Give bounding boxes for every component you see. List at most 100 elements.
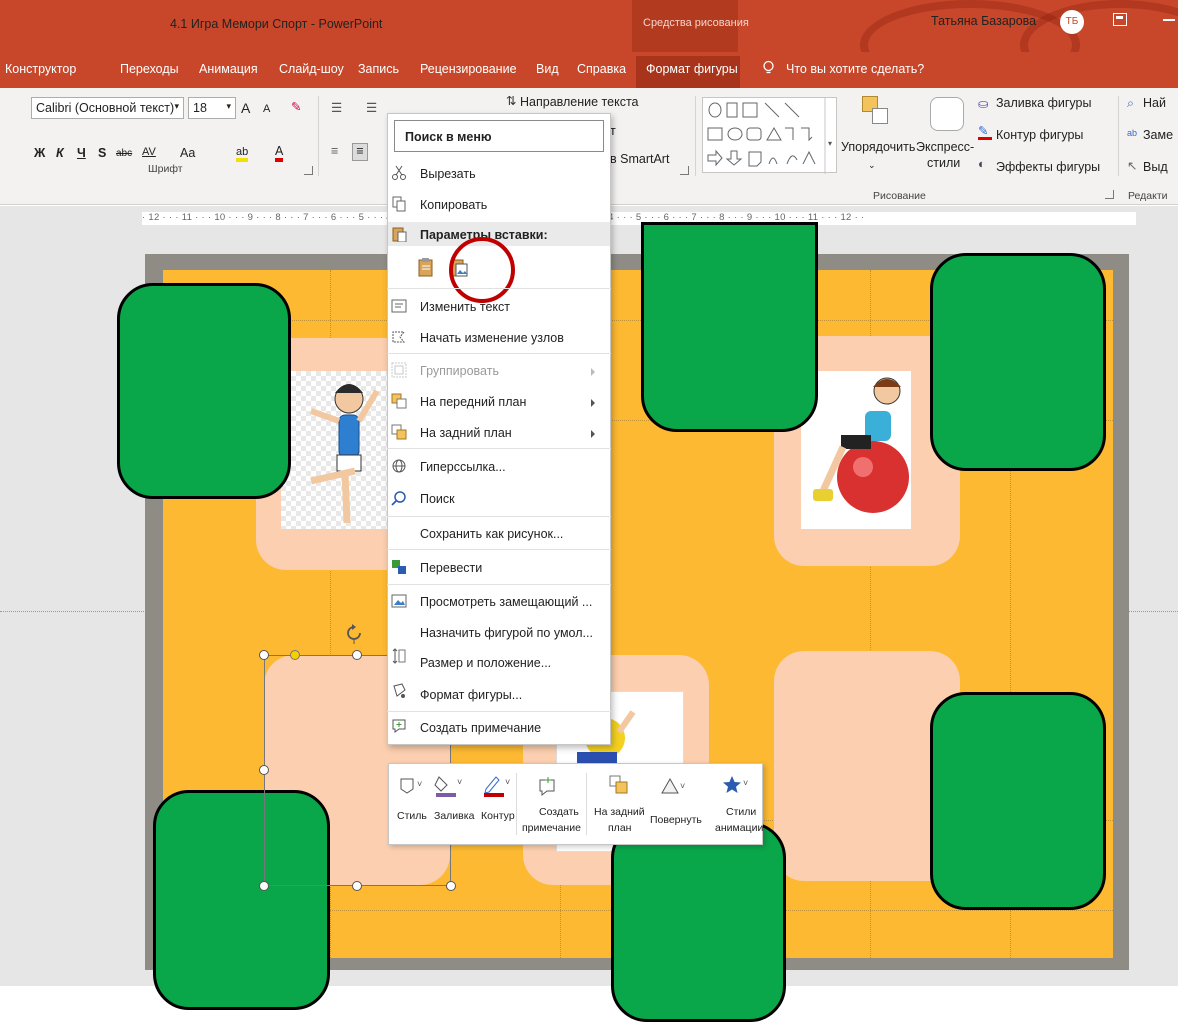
font-name-dropdown[interactable]: Calibri (Основной текст) ▾	[31, 97, 184, 119]
tab-transitions[interactable]: Переходы	[120, 62, 179, 76]
adjust-handle[interactable]	[290, 650, 300, 660]
mini-animation-styles-label[interactable]: Стили	[726, 806, 756, 819]
mini-outline-label[interactable]: Контур	[481, 810, 515, 823]
convert-smartart-button[interactable]: в SmartArt	[610, 152, 669, 166]
tab-record[interactable]: Запись	[358, 62, 399, 76]
change-case-button[interactable]: Aa	[180, 146, 195, 160]
paste-keep-source-icon[interactable]	[418, 257, 434, 280]
tab-design[interactable]: Конструктор	[5, 62, 76, 76]
edit-points-icon	[391, 329, 407, 345]
tell-me-search[interactable]: Что вы хотите сделать?	[786, 62, 924, 76]
resize-handle[interactable]	[352, 650, 362, 660]
resize-handle[interactable]	[446, 881, 456, 891]
align-left-icon[interactable]: ≡	[331, 144, 338, 158]
send-backward-icon[interactable]	[609, 775, 629, 798]
menu-view-alt-text[interactable]: Просмотреть замещающий ...	[420, 595, 592, 609]
rotate-handle-icon[interactable]	[345, 624, 363, 644]
user-name[interactable]: Татьяна Базарова	[931, 14, 1036, 28]
bullets-icon[interactable]: ☰	[331, 100, 342, 115]
strikethrough-button[interactable]: abc	[116, 148, 132, 159]
resize-handle[interactable]	[259, 881, 269, 891]
tab-view[interactable]: Вид	[536, 62, 559, 76]
menu-save-as-picture[interactable]: Сохранить как рисунок...	[420, 527, 563, 541]
menu-cut[interactable]: Вырезать	[420, 167, 476, 181]
arrange-icon	[862, 96, 890, 126]
tab-help[interactable]: Справка	[577, 62, 626, 76]
menu-format-shape[interactable]: Формат фигуры...	[420, 688, 522, 702]
group-icon	[391, 362, 407, 378]
shapes-gallery[interactable]: ▾	[702, 97, 837, 174]
gymnast-boy-picture[interactable]	[281, 371, 391, 529]
menu-send-to-back[interactable]: На задний план	[420, 426, 512, 440]
minimize-icon[interactable]	[1163, 19, 1175, 21]
memory-card[interactable]	[930, 692, 1106, 910]
annotation-circle	[449, 237, 515, 303]
numbering-icon[interactable]: ☰	[366, 100, 377, 115]
quick-styles-button[interactable]: Экспресс-	[916, 140, 974, 154]
mini-new-comment-label-2[interactable]: примечание	[522, 822, 581, 835]
avatar[interactable]: ТБ	[1060, 10, 1084, 34]
shape-effects-button[interactable]: Эффекты фигуры	[996, 160, 1100, 174]
pen-icon[interactable]: ˅	[482, 773, 512, 802]
mini-rotate-label[interactable]: Повернуть	[650, 814, 702, 827]
font-color-button[interactable]: A	[275, 144, 284, 162]
menu-edit-text[interactable]: Изменить текст	[420, 300, 510, 314]
menu-set-default-shape[interactable]: Назначить фигурой по умол...	[420, 626, 593, 640]
mini-send-back-label-2[interactable]: план	[608, 822, 631, 835]
memory-card[interactable]	[117, 283, 291, 499]
ribbon-display-options-icon[interactable]	[1113, 13, 1127, 26]
new-comment-icon[interactable]	[538, 776, 558, 801]
resize-handle[interactable]	[352, 881, 362, 891]
tab-animations[interactable]: Анимация	[199, 62, 258, 76]
clear-formatting-icon[interactable]: ✎	[291, 99, 301, 114]
menu-bring-to-front[interactable]: На передний план	[420, 395, 526, 409]
italic-button[interactable]: К	[56, 146, 64, 160]
underline-button[interactable]: Ч	[77, 146, 86, 160]
menu-search[interactable]: Поиск	[420, 492, 455, 506]
align-center-icon[interactable]: ≡	[352, 143, 368, 161]
menu-new-comment[interactable]: Создать примечание	[420, 721, 541, 735]
resize-handle[interactable]	[259, 765, 269, 775]
tab-slideshow[interactable]: Слайд-шоу	[279, 62, 344, 76]
menu-translate[interactable]: Перевести	[420, 561, 482, 575]
menu-size-position[interactable]: Размер и положение...	[420, 656, 551, 670]
paint-bucket-icon[interactable]: ˅	[434, 773, 464, 802]
mini-style-label[interactable]: Стиль	[397, 810, 427, 823]
tab-review[interactable]: Рецензирование	[420, 62, 517, 76]
shape-fill-button[interactable]: Заливка фигуры	[996, 96, 1091, 110]
copy-icon	[391, 196, 407, 212]
text-direction-icon[interactable]: ⇅	[506, 93, 516, 108]
mini-animation-styles-label-2[interactable]: анимации	[715, 822, 763, 835]
resize-handle[interactable]	[259, 650, 269, 660]
select-button[interactable]: Выд	[1143, 160, 1168, 174]
font-dialog-launcher-icon[interactable]	[304, 166, 313, 175]
shadow-button[interactable]: S	[98, 146, 106, 160]
style-icon[interactable]: ˅	[398, 775, 426, 800]
tab-format-shape[interactable]: Формат фигуры	[646, 62, 738, 76]
find-button[interactable]: Най	[1143, 96, 1166, 110]
mini-send-back-label[interactable]: На задний	[594, 806, 645, 819]
memory-card[interactable]	[611, 822, 786, 1022]
quick-styles-button-line2[interactable]: стили	[927, 156, 960, 170]
star-animation-icon[interactable]: ˅	[722, 775, 752, 800]
arrange-button[interactable]: Упорядочить	[841, 140, 915, 154]
menu-copy[interactable]: Копировать	[420, 198, 487, 212]
paragraph-dialog-launcher-icon[interactable]	[680, 166, 689, 175]
memory-card[interactable]	[641, 222, 818, 432]
char-spacing-button[interactable]: AV	[142, 146, 156, 158]
mini-new-comment-label[interactable]: Создать	[539, 806, 579, 819]
shape-outline-button[interactable]: Контур фигуры	[996, 128, 1083, 142]
drawing-dialog-launcher-icon[interactable]	[1105, 190, 1114, 199]
shrink-font-button[interactable]: A	[263, 103, 270, 115]
rotate-icon[interactable]: ˅	[660, 777, 690, 798]
mini-fill-label[interactable]: Заливка	[434, 810, 474, 823]
font-size-dropdown[interactable]: 18 ▾	[188, 97, 236, 119]
bold-button[interactable]: Ж	[34, 146, 45, 160]
memory-card[interactable]	[930, 253, 1106, 471]
text-direction-button[interactable]: Направление текста	[520, 95, 639, 109]
replace-button[interactable]: Заме	[1143, 128, 1173, 142]
menu-hyperlink[interactable]: Гиперссылка...	[420, 460, 506, 474]
grow-font-button[interactable]: A	[241, 100, 250, 116]
menu-edit-points[interactable]: Начать изменение узлов	[420, 331, 564, 345]
highlight-button[interactable]: ab	[236, 146, 249, 162]
